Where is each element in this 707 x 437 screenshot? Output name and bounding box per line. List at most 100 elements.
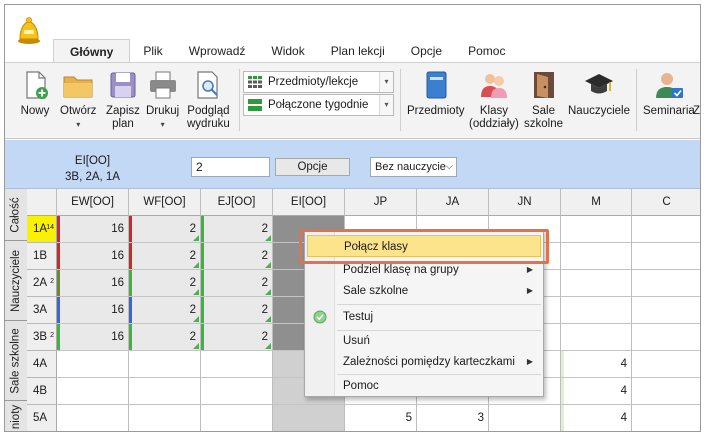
- grid-cell[interactable]: 5: [345, 405, 417, 431]
- grid-cell[interactable]: [129, 351, 201, 378]
- grid-cell[interactable]: [632, 297, 700, 324]
- save-button[interactable]: Zapisz plan: [106, 69, 140, 131]
- grid-cell[interactable]: [632, 270, 700, 297]
- menu-item-help[interactable]: Pomoc: [307, 375, 541, 397]
- print-button[interactable]: Drukuj ▾: [146, 69, 179, 131]
- classrooms-label-2: szkolne: [524, 118, 563, 130]
- grid-cell[interactable]: [561, 297, 632, 324]
- side-tab-calosc[interactable]: Całość: [5, 189, 27, 241]
- subjects-lessons-combo[interactable]: Przedmioty/lekcje ▾: [243, 71, 394, 93]
- grid-cell[interactable]: 4: [561, 378, 632, 405]
- row-header[interactable]: 3B 2: [27, 324, 57, 351]
- menu-item-classrooms[interactable]: Sale szkolne ▶: [307, 280, 541, 302]
- grid-cell[interactable]: [201, 405, 273, 431]
- column-header[interactable]: EW[OO]: [57, 189, 129, 216]
- row-header[interactable]: 4A: [27, 351, 57, 378]
- column-header[interactable]: C: [632, 189, 700, 216]
- grid-cell[interactable]: 16: [57, 216, 129, 243]
- grid-cell[interactable]: [201, 351, 273, 378]
- seminars-button[interactable]: Seminaria: [643, 69, 695, 118]
- chevron-down-icon[interactable]: ▾: [379, 95, 393, 115]
- row-header[interactable]: 5A: [27, 405, 57, 431]
- tab-pomoc[interactable]: Pomoc: [455, 39, 518, 63]
- open-dropdown-icon[interactable]: ▾: [76, 118, 80, 131]
- grid-cell[interactable]: [57, 351, 129, 378]
- column-header[interactable]: M: [561, 189, 632, 216]
- row-header[interactable]: 1A 14: [27, 216, 57, 243]
- grid-cell[interactable]: [632, 324, 700, 351]
- row-header[interactable]: 4B: [27, 378, 57, 405]
- tab-wprowadz[interactable]: Wprowadź: [176, 39, 259, 63]
- grid-cell[interactable]: 2: [129, 297, 201, 324]
- chevron-down-icon[interactable]: ▾: [379, 72, 393, 92]
- classes-button[interactable]: Klasy (oddziały): [469, 69, 519, 131]
- row-header[interactable]: 3A: [27, 297, 57, 324]
- side-tab-nauczyciele[interactable]: Nauczyciele: [5, 241, 27, 321]
- grid-cell[interactable]: [561, 243, 632, 270]
- grid-cell[interactable]: 2: [129, 324, 201, 351]
- grid-cell[interactable]: [561, 270, 632, 297]
- options-button[interactable]: Opcje: [275, 158, 350, 176]
- print-preview-button[interactable]: Podgląd wydruku: [187, 69, 230, 131]
- grid-cell[interactable]: [129, 378, 201, 405]
- teacher-color-bar: [129, 270, 132, 296]
- grid-cell[interactable]: 2: [201, 324, 273, 351]
- grid-cell[interactable]: [632, 351, 700, 378]
- classrooms-button[interactable]: Sale szkolne: [524, 69, 563, 131]
- grid-cell[interactable]: 16: [57, 324, 129, 351]
- open-button[interactable]: Otwórz ▾: [60, 69, 96, 131]
- grid-cell[interactable]: 16: [57, 243, 129, 270]
- grid-cell[interactable]: 4: [561, 405, 632, 431]
- menu-item-delete[interactable]: Usuń: [307, 330, 541, 352]
- grid-cell[interactable]: [57, 405, 129, 431]
- count-input[interactable]: 2: [191, 157, 270, 177]
- grid-cell[interactable]: [632, 405, 700, 431]
- app-bell-icon[interactable]: [14, 15, 44, 45]
- grid-cell[interactable]: 2: [129, 243, 201, 270]
- row-header[interactable]: 2A 2: [27, 270, 57, 297]
- grid-cell[interactable]: [201, 378, 273, 405]
- tab-widok[interactable]: Widok: [258, 39, 317, 63]
- tab-opcje[interactable]: Opcje: [398, 39, 455, 63]
- submenu-arrow-icon: ▶: [526, 357, 533, 366]
- tab-plan-lekcji[interactable]: Plan lekcji: [318, 39, 398, 63]
- column-header[interactable]: JN: [489, 189, 561, 216]
- grid-cell[interactable]: [632, 378, 700, 405]
- grid-cell[interactable]: 2: [201, 297, 273, 324]
- grid-cell[interactable]: 2: [201, 216, 273, 243]
- grid-cell[interactable]: 16: [57, 297, 129, 324]
- column-header[interactable]: EJ[OO]: [201, 189, 273, 216]
- menu-item-card-dependencies[interactable]: Zależności pomiędzy karteczkami ▶: [307, 351, 541, 373]
- side-tab-przedmioty[interactable]: nioty: [5, 401, 27, 431]
- teacher-filter-select[interactable]: Bez nauczycie ⌵: [370, 157, 457, 177]
- tab-plik[interactable]: Plik: [130, 39, 175, 63]
- grid-cell[interactable]: 2: [201, 243, 273, 270]
- combined-weeks-combo[interactable]: Połączone tygodnie ▾: [243, 94, 394, 116]
- column-header[interactable]: JA: [417, 189, 489, 216]
- grid-cell[interactable]: 16: [57, 270, 129, 297]
- teachers-button[interactable]: Nauczyciele: [568, 69, 630, 118]
- grid-cell[interactable]: 2: [129, 270, 201, 297]
- grid-cell[interactable]: 3: [417, 405, 489, 431]
- grid-cell[interactable]: [632, 216, 700, 243]
- grid-cell[interactable]: [489, 405, 561, 431]
- grid-cell[interactable]: 2: [129, 216, 201, 243]
- grid-cell[interactable]: 4: [561, 351, 632, 378]
- grid-cell[interactable]: [632, 243, 700, 270]
- grid-cell[interactable]: [57, 378, 129, 405]
- grid-cell[interactable]: [561, 216, 632, 243]
- menu-item-test[interactable]: Testuj: [307, 306, 541, 328]
- subjects-button[interactable]: Przedmioty: [407, 69, 465, 118]
- grid-cell[interactable]: [273, 405, 345, 431]
- new-button[interactable]: Nowy: [19, 69, 51, 118]
- row-header[interactable]: 1B: [27, 243, 57, 270]
- grid-cell[interactable]: [129, 405, 201, 431]
- column-header[interactable]: EI[OO]: [273, 189, 345, 216]
- print-dropdown-icon[interactable]: ▾: [161, 118, 165, 131]
- column-header[interactable]: JP: [345, 189, 417, 216]
- tab-glowny[interactable]: Główny: [53, 39, 131, 63]
- grid-cell[interactable]: 2: [201, 270, 273, 297]
- column-header[interactable]: WF[OO]: [129, 189, 201, 216]
- side-tab-sale-szkolne[interactable]: Sale szkolne: [5, 321, 27, 401]
- grid-cell[interactable]: [561, 324, 632, 351]
